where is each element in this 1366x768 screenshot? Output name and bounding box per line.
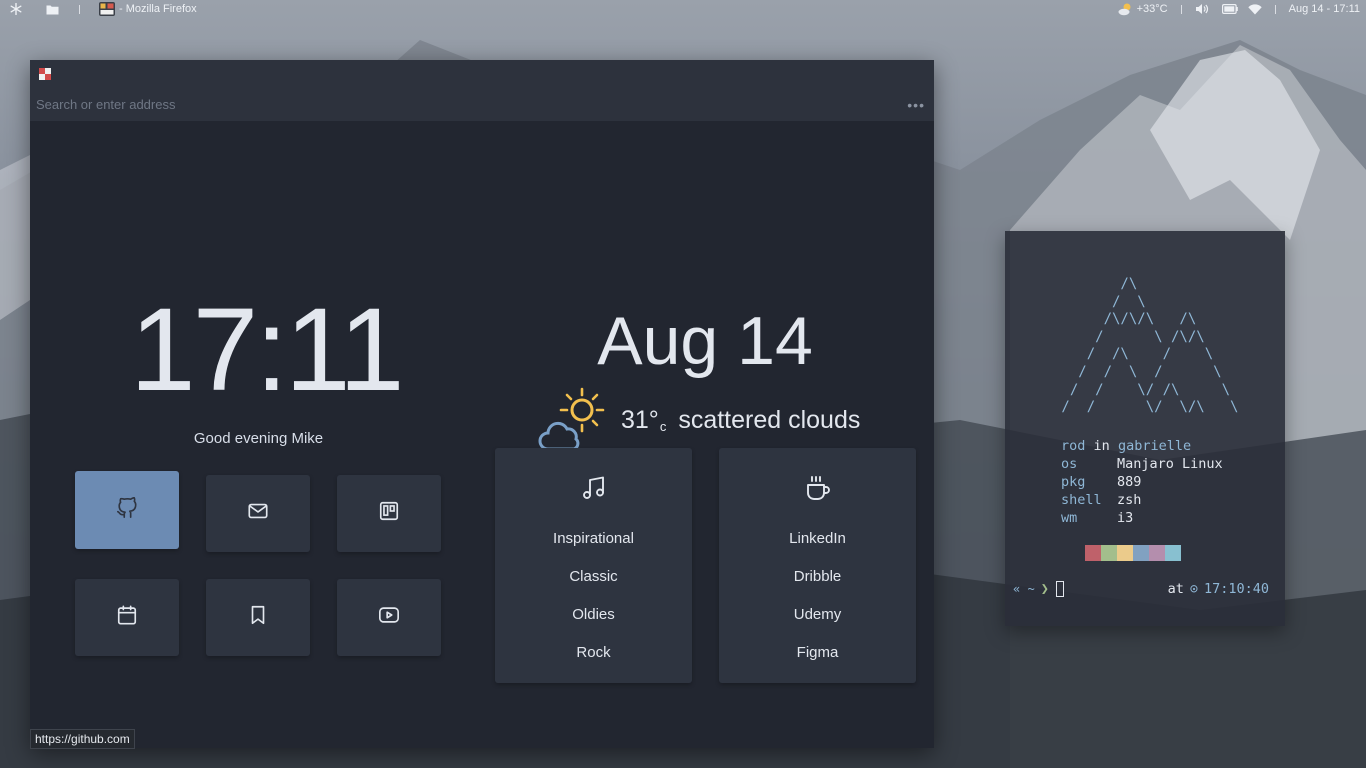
fetch-row-pkg: pkg 889 (1061, 473, 1223, 491)
clock-icon: ⊙ (1189, 581, 1198, 597)
fetch-value: i3 (1117, 510, 1134, 526)
fetch-row-wm: wm i3 (1061, 509, 1223, 527)
fetch-value: zsh (1117, 492, 1142, 508)
snowflake-icon[interactable] (10, 3, 22, 15)
weather-icon (1118, 2, 1134, 16)
link-inspirational[interactable]: Inspirational (495, 530, 692, 547)
bookmark-icon (247, 604, 269, 631)
ellipsis-icon[interactable]: ••• (907, 97, 928, 113)
fetch-key: wm (1061, 510, 1078, 526)
temperature-unit: c (659, 419, 667, 434)
topbar-separator (1180, 4, 1182, 14)
palette-swatch (1165, 545, 1181, 561)
topbar-separator (1274, 4, 1276, 14)
folder-icon[interactable] (46, 4, 59, 15)
link-oldies[interactable]: Oldies (495, 606, 692, 623)
trello-icon (378, 500, 400, 527)
link-dribble[interactable]: Dribble (719, 568, 916, 585)
fetch-row-os: os Manjaro Linux (1061, 455, 1223, 473)
topbar-weather: +33°C (1136, 3, 1168, 15)
link-figma[interactable]: Figma (719, 644, 916, 661)
palette-swatch (1117, 545, 1133, 561)
link-linkedin[interactable]: LinkedIn (719, 530, 916, 547)
fetch-user: rod (1061, 438, 1086, 454)
system-info: rod in gabrielle os Manjaro Linux pkg 88… (1061, 437, 1223, 527)
sun-cloud-icon (538, 383, 608, 458)
fetch-in-label: in (1093, 438, 1110, 454)
music-card: Inspirational Classic Oldies Rock (495, 448, 692, 683)
prompt-time: 17:10:40 (1203, 581, 1269, 597)
firefox-window-icon[interactable] (99, 2, 115, 16)
bookmark-shortcut[interactable] (206, 579, 310, 656)
fetch-value: 889 (1117, 474, 1142, 490)
link-classic[interactable]: Classic (495, 568, 692, 585)
coffee-cup-icon (804, 474, 832, 502)
topbar-datetime: Aug 14 - 17:11 (1288, 3, 1360, 15)
date: Aug 14 (597, 303, 813, 379)
newtab-favicon[interactable] (39, 67, 51, 80)
fetch-row-shell: shell zsh (1061, 491, 1223, 509)
url-bar: ••• (30, 88, 934, 121)
address-input[interactable] (36, 97, 908, 112)
mail-icon (247, 500, 269, 527)
link-status-tooltip: https://github.com (30, 729, 135, 749)
fetch-key: os (1061, 456, 1078, 472)
temperature-value: 31° (621, 406, 659, 434)
weather-widget: 31°c scattered clouds (538, 383, 860, 458)
prompt-directory: « ~ (1013, 582, 1035, 596)
fetch-in-word: in (1085, 437, 1118, 455)
palette-swatch (1149, 545, 1165, 561)
fetch-key: pkg (1061, 474, 1086, 490)
palette-swatch (1085, 545, 1101, 561)
terminal-window[interactable]: /\ / \ /\/\/\ /\ / \ /\/\ / /\ / \ / / \… (1005, 231, 1285, 626)
prompt-arrow: ❯ (1040, 581, 1049, 597)
link-udemy[interactable]: Udemy (719, 606, 916, 623)
fetch-key: shell (1061, 492, 1102, 508)
calendar-icon (116, 604, 138, 631)
prompt-at: at (1167, 581, 1184, 597)
palette-swatch (1101, 545, 1117, 561)
manjaro-ascii-logo: /\ / \ /\/\/\ /\ / \ /\/\ / /\ / \ / / \… (1061, 276, 1239, 416)
active-window-title: - Mozilla Firefox (119, 3, 197, 15)
greeting: Good evening Mike (193, 430, 324, 447)
wifi-icon[interactable] (1247, 3, 1262, 15)
shell-prompt: « ~ ❯ at ⊙ 17:10:40 (1013, 581, 1269, 597)
youtube-icon (378, 604, 400, 631)
music-note-icon (580, 474, 608, 502)
fetch-header: rod in gabrielle (1061, 437, 1223, 455)
fetch-value: Manjaro Linux (1117, 456, 1223, 472)
topbar-separator (79, 4, 80, 14)
battery-icon[interactable] (1221, 4, 1238, 14)
calendar-shortcut[interactable] (75, 579, 179, 656)
temperature: 31°c (621, 406, 666, 435)
volume-icon[interactable] (1195, 3, 1209, 15)
firefox-window: ••• 17:11 Good evening Mike Aug 14 (30, 60, 934, 748)
github-shortcut[interactable] (75, 471, 179, 549)
link-rock[interactable]: Rock (495, 644, 692, 661)
mail-shortcut[interactable] (206, 475, 310, 552)
top-bar: - Mozilla Firefox +33°C Aug 14 - 17:11 (0, 0, 1366, 18)
youtube-shortcut[interactable] (337, 579, 441, 656)
terminal-cursor[interactable] (1055, 581, 1064, 597)
github-icon (116, 496, 138, 524)
newtab-page: 17:11 Good evening Mike Aug 14 31°c scat… (30, 121, 934, 748)
weather-condition: scattered clouds (678, 406, 861, 434)
work-card: LinkedIn Dribble Udemy Figma (719, 448, 916, 683)
tab-strip (30, 60, 934, 88)
color-palette (1085, 545, 1181, 561)
clock: 17:11 (130, 284, 405, 416)
fetch-host: gabrielle (1117, 438, 1192, 454)
trello-shortcut[interactable] (337, 475, 441, 552)
palette-swatch (1133, 545, 1149, 561)
